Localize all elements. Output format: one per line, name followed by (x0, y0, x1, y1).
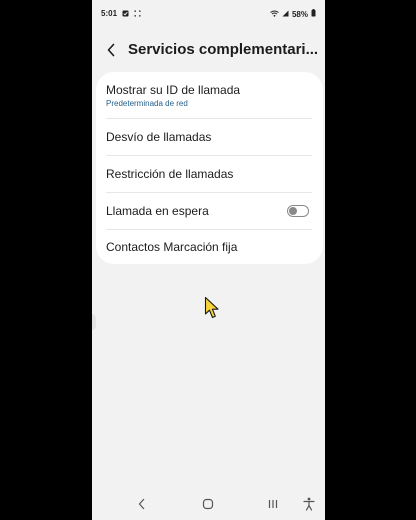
setting-row-fixed-dialing[interactable]: Contactos Marcación fija (96, 230, 323, 264)
notification-check-icon (122, 10, 129, 17)
signal-icon (282, 10, 289, 19)
bracket-icon (134, 10, 141, 17)
app-header: Servicios complementari... (92, 36, 325, 64)
nav-back-button[interactable] (133, 495, 151, 513)
edge-panel-handle[interactable] (92, 314, 96, 330)
back-button[interactable] (101, 39, 121, 61)
settings-card: Mostrar su ID de llamada Predeterminada … (96, 72, 323, 264)
back-nav-icon (138, 498, 145, 510)
toggle-knob (289, 207, 297, 215)
setting-row-call-waiting[interactable]: Llamada en espera (96, 193, 323, 229)
status-right: 58% (270, 9, 316, 19)
battery-percent: 58% (291, 9, 308, 19)
setting-label: Restricción de llamadas (106, 167, 234, 181)
nav-home-button[interactable] (199, 495, 217, 513)
status-left: 5:01 (101, 9, 141, 18)
wifi-icon (270, 10, 279, 19)
status-time: 5:01 (101, 9, 118, 18)
setting-label: Contactos Marcación fija (106, 240, 238, 254)
battery-icon (311, 9, 316, 19)
setting-row-call-forwarding[interactable]: Desvío de llamadas (96, 119, 323, 155)
page-title: Servicios complementari... (128, 41, 319, 58)
recents-nav-icon (268, 500, 278, 508)
setting-label: Mostrar su ID de llamada (106, 83, 241, 97)
setting-sublabel: Predeterminada de red (106, 99, 188, 108)
mouse-cursor-icon (204, 296, 220, 320)
setting-row-call-barring[interactable]: Restricción de llamadas (96, 156, 323, 192)
call-waiting-toggle[interactable] (287, 205, 309, 217)
chevron-left-icon (107, 43, 115, 57)
nav-accessibility-button[interactable] (300, 495, 318, 513)
setting-label: Desvío de llamadas (106, 130, 212, 144)
accessibility-icon (303, 497, 315, 511)
nav-recents-button[interactable] (264, 495, 282, 513)
navigation-bar (92, 492, 325, 516)
setting-label: Llamada en espera (106, 204, 209, 218)
home-nav-icon (202, 498, 214, 510)
status-bar: 5:01 58% (92, 0, 325, 28)
setting-row-caller-id[interactable]: Mostrar su ID de llamada Predeterminada … (96, 72, 323, 118)
phone-screen: 5:01 58% Servicios complementari... Most… (92, 0, 325, 520)
